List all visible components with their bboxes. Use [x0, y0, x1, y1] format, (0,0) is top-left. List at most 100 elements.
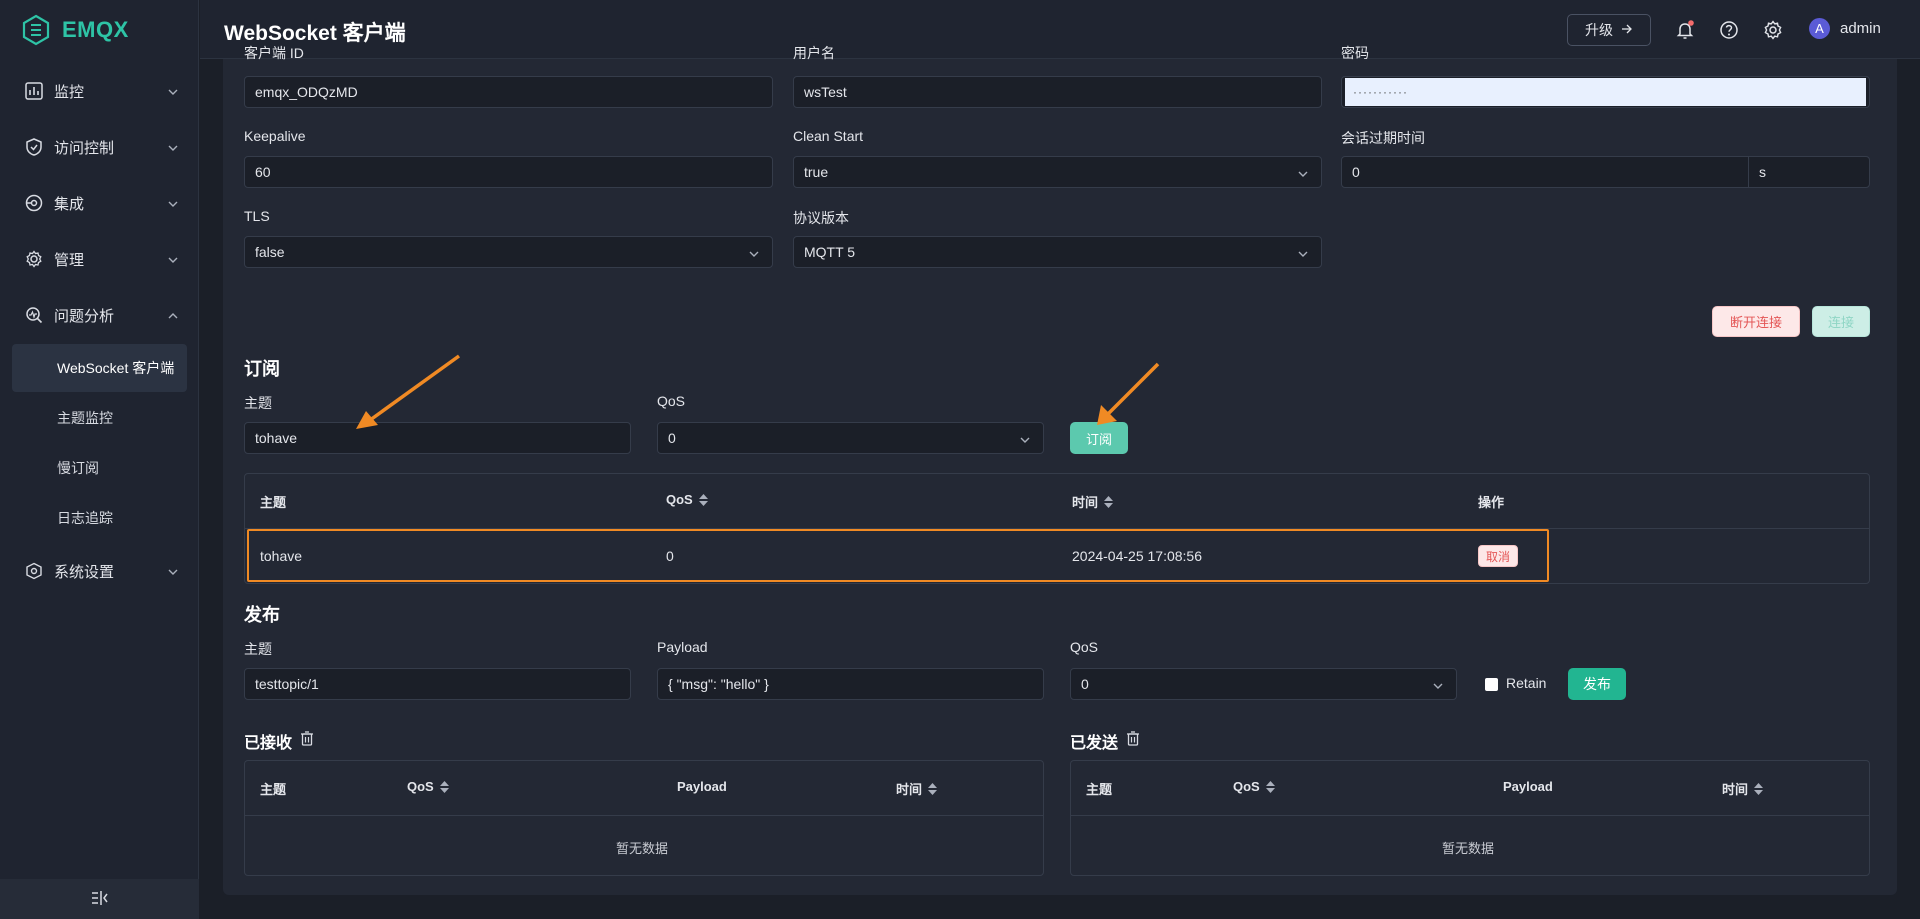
- trash-icon[interactable]: [1126, 731, 1140, 751]
- brand-name: EMQX: [62, 17, 129, 42]
- sidebar-subitem-websocket-client[interactable]: WebSocket 客户端: [12, 344, 187, 392]
- sidebar-item-label: 访问控制: [54, 139, 115, 157]
- session-expiry-value: 0: [1352, 164, 1360, 180]
- payload-value: { "msg": "hello" }: [668, 676, 769, 692]
- tls-select[interactable]: false: [244, 236, 773, 268]
- retain-checkbox[interactable]: [1485, 678, 1498, 691]
- session-expiry-input[interactable]: 0: [1341, 156, 1749, 188]
- password-value: ···········: [1345, 78, 1866, 106]
- sidebar-subitem-log-trace[interactable]: 日志追踪: [12, 494, 187, 542]
- top-header: WebSocket 客户端 升级 A admin: [200, 0, 1920, 59]
- collapse-sidebar-button[interactable]: [0, 879, 199, 919]
- column-header-time[interactable]: 时间: [1072, 492, 1114, 511]
- username-label: 用户名: [793, 45, 835, 61]
- subscribe-topic-label: 主题: [244, 395, 272, 411]
- column-header-qos[interactable]: QoS: [1233, 779, 1275, 794]
- protocol-value: MQTT 5: [804, 244, 856, 260]
- row-divider: [1071, 815, 1869, 816]
- protocol-select[interactable]: MQTT 5: [793, 236, 1322, 268]
- tls-label: TLS: [244, 208, 270, 224]
- avatar: A: [1809, 18, 1830, 39]
- publish-topic-input[interactable]: testtopic/1: [244, 668, 631, 700]
- column-header-topic: 主题: [260, 782, 287, 797]
- sidebar-item-integration[interactable]: 集成: [12, 180, 187, 226]
- sort-icon: [1104, 495, 1114, 508]
- chevron-down-icon: [1019, 433, 1031, 449]
- chevron-down-icon: [1297, 167, 1309, 183]
- password-input[interactable]: ···········: [1341, 76, 1870, 108]
- trash-icon[interactable]: [300, 731, 314, 751]
- clean-start-label: Clean Start: [793, 128, 864, 144]
- payload-label: Payload: [657, 639, 708, 655]
- username-input[interactable]: wsTest: [793, 76, 1322, 108]
- arrow-right-icon: [1621, 22, 1633, 38]
- session-expiry-unit-value: s: [1759, 164, 1766, 180]
- username-value: wsTest: [804, 84, 847, 100]
- publish-button[interactable]: 发布: [1568, 668, 1626, 700]
- shield-icon: [24, 137, 44, 157]
- session-expiry-unit[interactable]: s: [1748, 156, 1870, 188]
- sidebar-item-monitor[interactable]: 监控: [12, 68, 187, 114]
- clean-start-value: true: [804, 164, 829, 180]
- subscribe-qos-select[interactable]: 0: [657, 422, 1044, 454]
- sidebar-subitem-label: 日志追踪: [57, 510, 113, 526]
- publish-section-title: 发布: [244, 605, 280, 625]
- sidebar-item-management[interactable]: 管理: [12, 236, 187, 282]
- help-icon[interactable]: [1718, 19, 1740, 41]
- client-id-label: 客户端 ID: [244, 45, 304, 61]
- sidebar-subitem-slow-subscriptions[interactable]: 慢订阅: [12, 444, 187, 492]
- column-header-action: 操作: [1478, 495, 1505, 510]
- sidebar-item-label: 系统设置: [54, 563, 115, 581]
- upgrade-label: 升级: [1585, 22, 1613, 38]
- column-header-time[interactable]: 时间: [1722, 779, 1764, 798]
- emqx-logo[interactable]: EMQX: [20, 14, 129, 46]
- publish-qos-label: QoS: [1070, 639, 1099, 655]
- integration-icon: [24, 193, 44, 213]
- websocket-client-card: 客户端 ID emqx_ODQzMD 用户名 wsTest 密码 ·······…: [223, 45, 1897, 895]
- disconnect-button[interactable]: 断开连接: [1712, 306, 1800, 337]
- tls-value: false: [255, 244, 285, 260]
- chevron-down-icon: [748, 247, 760, 263]
- column-header-payload: Payload: [1503, 779, 1553, 794]
- settings-cube-icon: [24, 561, 44, 581]
- sidebar-item-system-settings[interactable]: 系统设置: [12, 548, 187, 594]
- bell-icon[interactable]: [1674, 19, 1696, 41]
- payload-input[interactable]: { "msg": "hello" }: [657, 668, 1044, 700]
- highlight-box: [247, 529, 1549, 582]
- sort-icon: [1265, 780, 1275, 793]
- publish-topic-label: 主题: [244, 641, 272, 657]
- client-id-value: emqx_ODQzMD: [255, 84, 358, 100]
- connect-button[interactable]: 连接: [1812, 306, 1870, 337]
- keepalive-label: Keepalive: [244, 128, 306, 144]
- client-id-input[interactable]: emqx_ODQzMD: [244, 76, 773, 108]
- row-divider: [245, 815, 1043, 816]
- collapse-icon: [91, 890, 109, 909]
- sort-icon: [698, 493, 708, 506]
- chevron-down-icon: [167, 253, 179, 270]
- sidebar-subitem-label: 主题监控: [57, 410, 113, 426]
- clean-start-select[interactable]: true: [793, 156, 1322, 188]
- column-header-qos[interactable]: QoS: [666, 492, 708, 507]
- retain-label: Retain: [1506, 675, 1547, 691]
- sidebar-item-access-control[interactable]: 访问控制: [12, 124, 187, 170]
- subscription-table: 主题 QoS 时间 操作 tohave 0 2024-04-25 17:08:5…: [244, 473, 1870, 584]
- keepalive-input[interactable]: 60: [244, 156, 773, 188]
- column-header-qos[interactable]: QoS: [407, 779, 449, 794]
- chevron-down-icon: [167, 565, 179, 582]
- sidebar-item-diagnose[interactable]: 问题分析: [12, 292, 187, 338]
- sidebar-subitem-topic-metrics[interactable]: 主题监控: [12, 394, 187, 442]
- sent-section-title: 已发送: [1070, 729, 1140, 753]
- settings-gear-icon[interactable]: [1762, 19, 1784, 41]
- column-header-time[interactable]: 时间: [896, 779, 938, 798]
- upgrade-button[interactable]: 升级: [1567, 14, 1651, 46]
- chevron-up-icon: [167, 309, 179, 326]
- chevron-down-icon: [1297, 247, 1309, 263]
- user-menu[interactable]: A admin: [1809, 18, 1881, 39]
- sort-icon: [928, 782, 938, 795]
- sent-table: 主题 QoS Payload 时间 暂无数据: [1070, 760, 1870, 876]
- sidebar-item-label: 管理: [54, 251, 85, 269]
- empty-state: 暂无数据: [1442, 841, 1495, 856]
- subscribe-qos-label: QoS: [657, 393, 686, 409]
- sidebar-item-label: 集成: [54, 195, 85, 213]
- publish-qos-select[interactable]: 0: [1070, 668, 1457, 700]
